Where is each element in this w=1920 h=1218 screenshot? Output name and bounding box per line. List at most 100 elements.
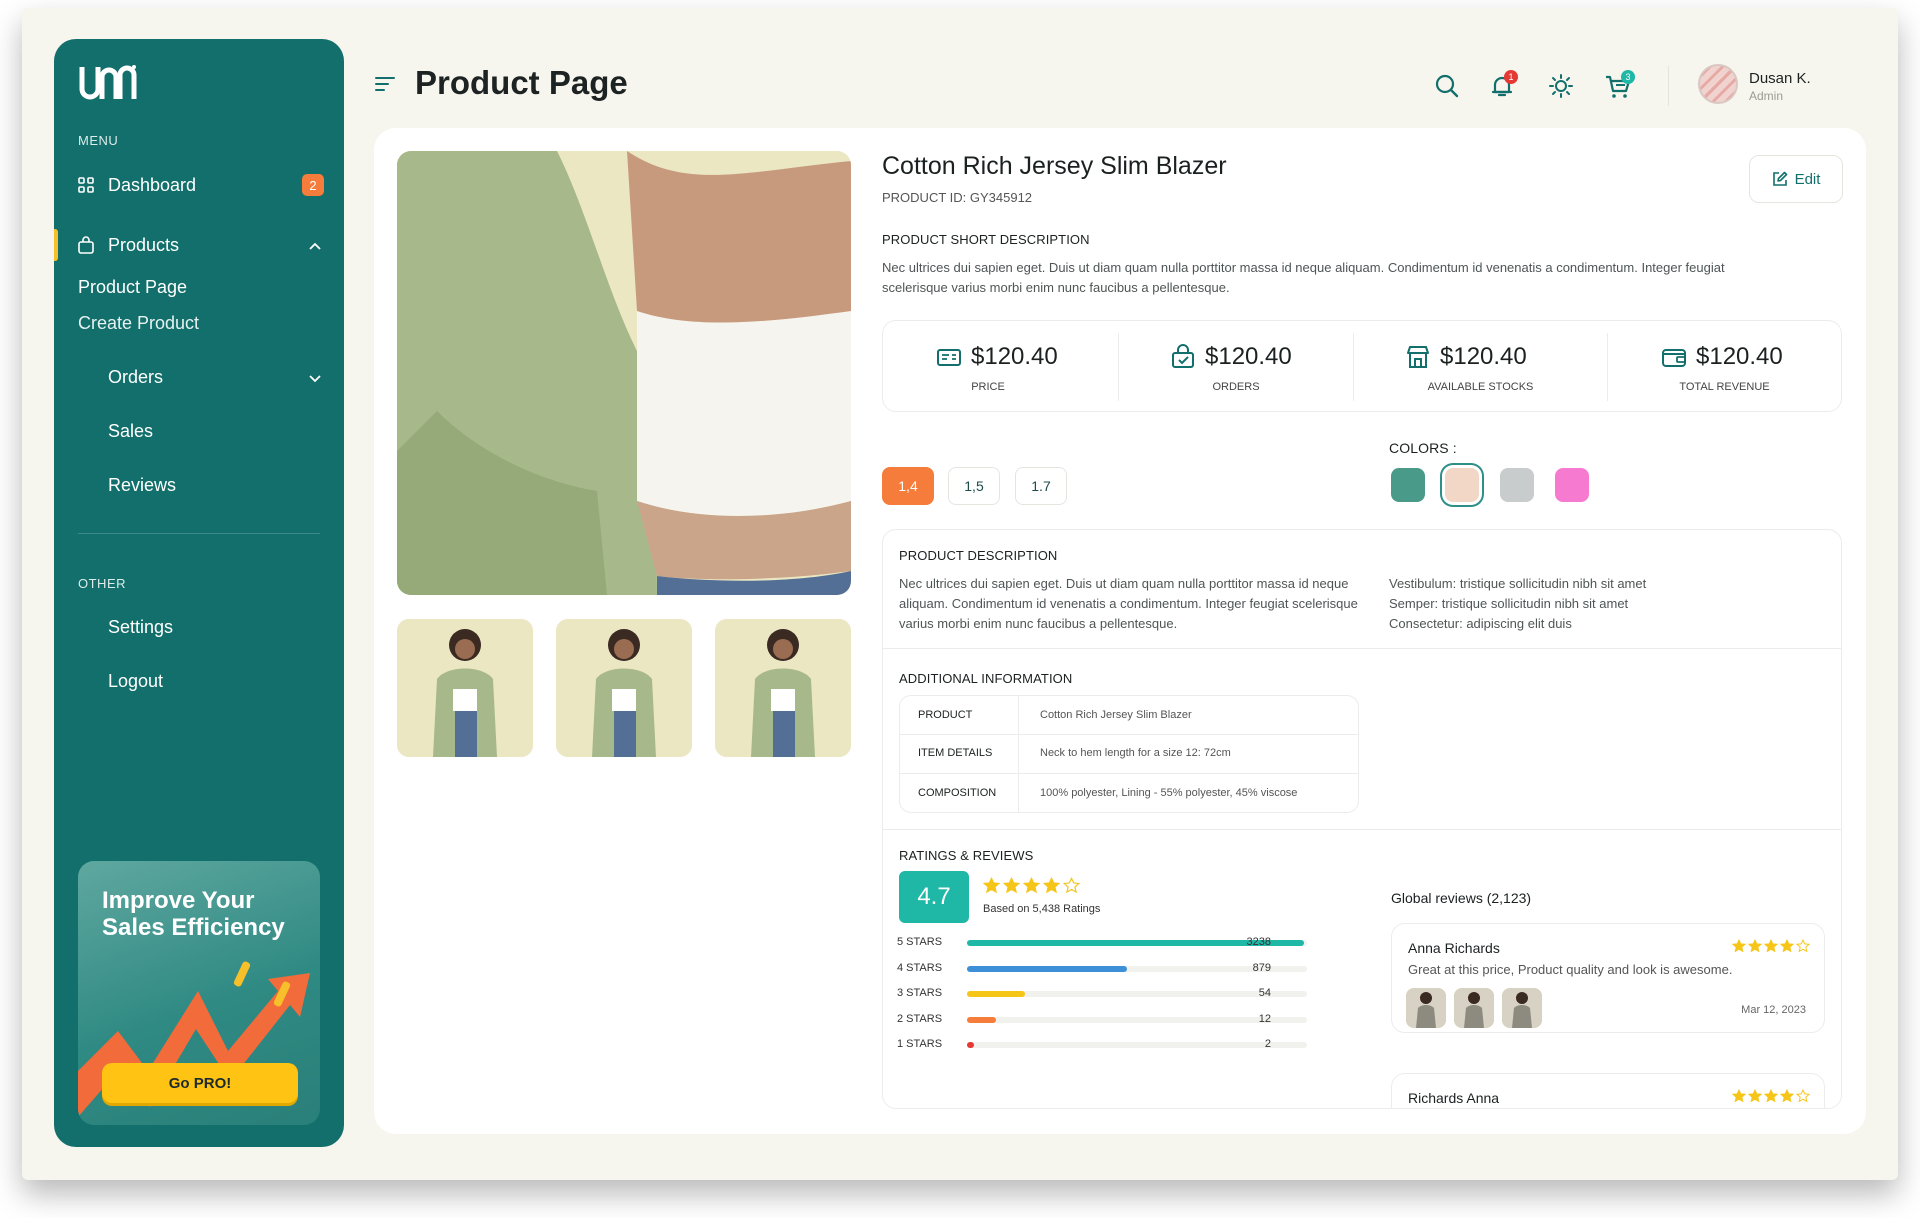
star-outline-icon (1796, 1089, 1810, 1103)
notification-badge: 1 (1504, 70, 1518, 84)
stat-revenue: $120.40 TOTAL REVENUE (1608, 321, 1841, 413)
thumbnail-photo (556, 619, 692, 757)
review-card[interactable]: Anna Richards Great at this price, Produ… (1391, 923, 1825, 1033)
table-divider (900, 773, 1358, 774)
sidebar-item-settings[interactable]: Settings (54, 609, 344, 645)
shopping-bag-icon (1172, 344, 1194, 368)
rating-bar-label: 2 STARS (897, 1012, 943, 1025)
star-outline-icon (1796, 939, 1810, 953)
sidebar-item-products[interactable]: Products (54, 227, 344, 263)
table-divider (1018, 696, 1019, 812)
sidebar-item-dashboard[interactable]: Dashboard 2 (54, 167, 344, 203)
review-date: Mar 12, 2023 (1741, 1004, 1806, 1016)
table-divider (900, 734, 1358, 735)
sidebar-item-orders[interactable]: Orders (54, 359, 344, 395)
description-heading: PRODUCT DESCRIPTION (899, 548, 1058, 563)
review-photo[interactable] (1502, 988, 1542, 1028)
rating-bar-count: 54 (1258, 987, 1271, 999)
user-role: Admin (1749, 89, 1784, 103)
review-photo-image (1454, 988, 1494, 1028)
chevron-down-icon[interactable] (306, 369, 324, 387)
product-main-image[interactable] (397, 151, 851, 595)
rating-bar-label: 4 STARS (897, 961, 943, 974)
product-thumbnail[interactable] (397, 619, 533, 757)
global-reviews-label: Global reviews (2,123) (1391, 890, 1532, 906)
page-title: Product Page (415, 64, 628, 101)
theme-sun-icon[interactable] (1546, 71, 1576, 101)
size-option[interactable]: 1,5 (948, 467, 1000, 505)
user-name: Dusan K. (1749, 70, 1811, 87)
color-swatch-selected[interactable] (1445, 468, 1479, 502)
sidebar: MENU Dashboard 2 Products Product Page C… (54, 39, 344, 1147)
size-option-selected[interactable]: 1,4 (882, 467, 934, 505)
app-logo[interactable] (78, 61, 138, 105)
review-card[interactable]: Richards Anna (1391, 1073, 1825, 1108)
stat-orders: $120.40 ORDERS (1119, 321, 1353, 413)
info-value: Cotton Rich Jersey Slim Blazer (1040, 709, 1192, 721)
description-spec: Consectetur: adipiscing elit duis (1389, 616, 1572, 631)
rating-bar-label: 5 STARS (897, 936, 943, 948)
section-divider (883, 648, 1841, 649)
cart-badge: 3 (1621, 70, 1635, 84)
stat-label: AVAILABLE STOCKS (1427, 381, 1534, 393)
color-swatch[interactable] (1500, 468, 1534, 502)
rating-bar-label: 1 STARS (897, 1038, 943, 1050)
additional-info-heading: ADDITIONAL INFORMATION (899, 671, 1073, 686)
info-key: COMPOSITION (918, 787, 997, 799)
go-pro-button[interactable]: Go PRO! (102, 1063, 298, 1103)
rating-bar-fill (967, 1016, 996, 1023)
short-desc-heading: PRODUCT SHORT DESCRIPTION (882, 232, 1090, 247)
review-stars (1732, 1089, 1812, 1108)
review-photo-image (1502, 988, 1542, 1028)
other-section-label: OTHER (78, 576, 126, 591)
stat-label: ORDERS (1212, 381, 1260, 393)
product-thumbnail[interactable] (715, 619, 851, 757)
star-filled-icon (1732, 939, 1746, 953)
sidebar-subitem-product-page[interactable]: Product Page (78, 277, 187, 298)
rating-bar-count: 12 (1258, 1012, 1271, 1025)
color-swatch[interactable] (1555, 468, 1589, 502)
price-tag-icon (937, 349, 961, 366)
rating-bar-fill (967, 991, 1025, 997)
review-text: Great at this price, Product quality and… (1408, 962, 1733, 977)
review-stars (1732, 939, 1812, 958)
sidebar-item-label: Logout (108, 670, 164, 691)
stat-value: $120.40 (971, 343, 1058, 370)
size-option[interactable]: 1.7 (1015, 467, 1067, 505)
product-description: Nec ultrices dui sapien eget. Duis ut di… (899, 576, 1358, 631)
review-photo[interactable] (1454, 988, 1494, 1028)
color-swatch[interactable] (1391, 468, 1425, 502)
additional-info-table: PRODUCT Cotton Rich Jersey Slim Blazer I… (899, 695, 1359, 813)
store-icon (1407, 346, 1429, 368)
stat-stocks: $120.40 AVAILABLE STOCKS (1354, 321, 1607, 413)
chevron-up-icon[interactable] (306, 237, 324, 255)
avatar[interactable] (1698, 64, 1738, 104)
sidebar-divider (78, 533, 320, 534)
details-panel: PRODUCT DESCRIPTION Nec ultrices dui sap… (882, 529, 1842, 1109)
search-icon[interactable] (1432, 71, 1462, 101)
star-filled-icon (1043, 877, 1060, 894)
stat-value: $120.40 (1440, 343, 1527, 370)
rating-bar-count: 2 (1264, 1038, 1271, 1050)
stat-value: $120.40 (1205, 343, 1292, 370)
rating-bar-fill (967, 1042, 974, 1048)
product-photo (397, 151, 851, 595)
sidebar-subitem-create-product[interactable]: Create Product (78, 313, 199, 334)
reviewer-name: Anna Richards (1408, 940, 1500, 956)
description-spec: Vestibulum: tristique sollicitudin nibh … (1389, 576, 1647, 591)
sidebar-item-logout[interactable]: Logout (54, 663, 344, 699)
thumbnail-photo (397, 619, 533, 757)
star-filled-icon (1764, 939, 1778, 953)
sidebar-item-sales[interactable]: Sales (54, 413, 344, 449)
menu-toggle-icon[interactable] (374, 74, 396, 94)
section-divider (883, 829, 1841, 830)
product-thumbnail[interactable] (556, 619, 692, 757)
edit-button[interactable]: Edit (1749, 155, 1843, 203)
review-photo[interactable] (1406, 988, 1446, 1028)
sidebar-item-label: Products (108, 234, 180, 255)
sidebar-item-label: Reviews (108, 474, 177, 495)
wallet-icon (1662, 349, 1686, 367)
star-filled-icon (983, 877, 1000, 894)
star-filled-icon (1780, 939, 1794, 953)
sidebar-item-reviews[interactable]: Reviews (54, 467, 344, 503)
